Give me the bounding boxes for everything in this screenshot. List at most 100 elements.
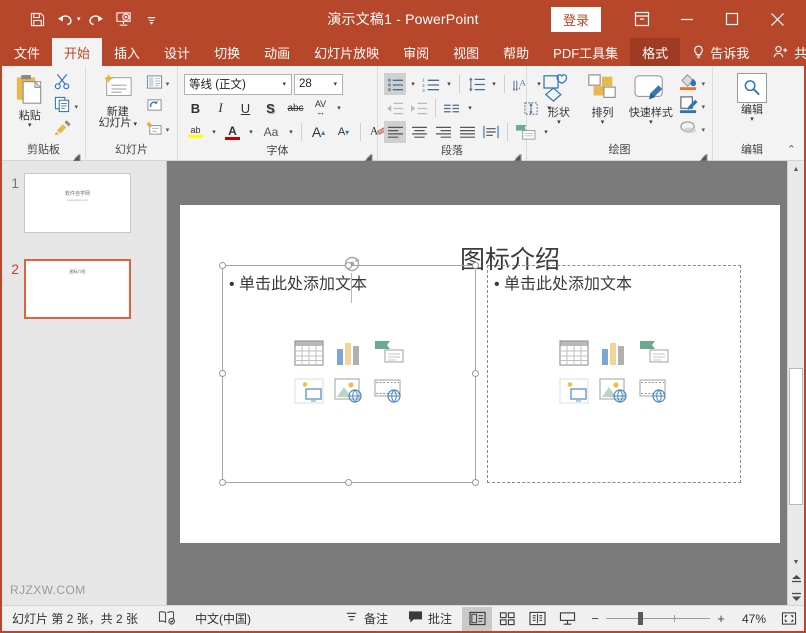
editing-button[interactable]: 编辑 ▾ bbox=[729, 71, 775, 124]
zoom-out-button[interactable]: − bbox=[590, 611, 600, 626]
text-shadow-button[interactable]: S bbox=[259, 97, 282, 119]
font-dialog-launcher-icon[interactable] bbox=[364, 149, 373, 158]
scrollbar-thumb[interactable] bbox=[789, 368, 803, 505]
layout-dropdown-icon[interactable]: ▾ bbox=[166, 80, 170, 88]
fit-slide-to-window-button[interactable] bbox=[774, 607, 804, 631]
comments-button[interactable]: 批注 bbox=[398, 606, 462, 632]
arrange-dropdown-icon[interactable]: ▾ bbox=[601, 119, 605, 127]
new-slide-button[interactable]: 新建 幻灯片 ▾ bbox=[92, 71, 144, 129]
arrange-button[interactable]: 排列 ▾ bbox=[581, 71, 625, 127]
text-highlight-button[interactable]: ab bbox=[184, 121, 207, 143]
change-case-dropdown-icon[interactable]: ▾ bbox=[286, 128, 296, 136]
section-button[interactable]: ▾ bbox=[144, 119, 172, 141]
bold-button[interactable]: B bbox=[184, 97, 207, 119]
insert-picture-icon[interactable] bbox=[334, 378, 364, 409]
align-center-button[interactable] bbox=[408, 121, 430, 143]
insert-3d-model-icon[interactable] bbox=[294, 378, 324, 409]
insert-video-icon[interactable] bbox=[374, 378, 404, 409]
content-placeholder-right[interactable]: • 单击此处添加文本 bbox=[487, 265, 741, 483]
character-spacing-dropdown-icon[interactable]: ▾ bbox=[334, 104, 344, 112]
shape-fill-button[interactable]: ▾ bbox=[677, 73, 707, 95]
thumbnail-entry-1[interactable]: 1 软件自学网 www.rjzxw.com bbox=[2, 167, 166, 233]
copy-dropdown-icon[interactable]: ▾ bbox=[74, 103, 78, 111]
underline-button[interactable]: U bbox=[234, 97, 257, 119]
shape-outline-dropdown-icon[interactable]: ▾ bbox=[701, 103, 705, 111]
scrollbar-track[interactable] bbox=[788, 178, 804, 554]
resize-handle-se[interactable] bbox=[472, 479, 479, 486]
font-family-combo[interactable]: 等线 (正文) ▾ bbox=[184, 74, 292, 95]
insert-table-icon[interactable] bbox=[559, 340, 589, 371]
align-left-button[interactable] bbox=[384, 121, 406, 143]
character-spacing-button[interactable]: AV ↔ bbox=[309, 97, 332, 119]
line-spacing-button[interactable] bbox=[465, 73, 487, 95]
zoom-in-button[interactable]: + bbox=[716, 611, 726, 626]
slide-count-status[interactable]: 幻灯片 第 2 张，共 2 张 bbox=[2, 606, 148, 632]
tab-slideshow[interactable]: 幻灯片放映 bbox=[302, 38, 391, 66]
section-dropdown-icon[interactable]: ▾ bbox=[166, 126, 170, 134]
tab-file[interactable]: 文件 bbox=[2, 38, 52, 66]
distribute-columns-button[interactable] bbox=[480, 121, 502, 143]
redo-icon[interactable] bbox=[83, 6, 109, 32]
font-size-dropdown-icon[interactable]: ▾ bbox=[330, 80, 340, 88]
resize-handle-sw[interactable] bbox=[219, 479, 226, 486]
reading-view-button[interactable] bbox=[522, 607, 552, 631]
shape-outline-button[interactable]: ▾ bbox=[677, 96, 707, 118]
slide-thumbnail-pane[interactable]: 1 软件自学网 www.rjzxw.com 2 图标介绍 RJZXW.COM bbox=[2, 161, 167, 605]
insert-picture-icon[interactable] bbox=[599, 378, 629, 409]
shapes-button[interactable]: 形状 ▾ bbox=[537, 71, 581, 127]
insert-smartart-icon[interactable] bbox=[639, 340, 669, 371]
columns-button[interactable] bbox=[441, 97, 463, 119]
quick-styles-button[interactable]: 快速样式 ▾ bbox=[624, 71, 677, 127]
tab-view[interactable]: 视图 bbox=[441, 38, 491, 66]
resize-handle-e[interactable] bbox=[472, 370, 479, 377]
maximize-icon[interactable] bbox=[709, 0, 754, 38]
resize-handle-ne[interactable] bbox=[472, 262, 479, 269]
scroll-down-arrow-icon[interactable]: ▼ bbox=[788, 554, 804, 571]
content-placeholder-left[interactable]: • 单击此处添加文本 bbox=[222, 265, 476, 483]
normal-view-button[interactable] bbox=[462, 607, 492, 631]
decrease-font-size-button[interactable]: A▾ bbox=[332, 121, 355, 143]
clipboard-dialog-launcher-icon[interactable] bbox=[72, 149, 81, 158]
language-status[interactable]: 中文(中国) bbox=[185, 606, 261, 632]
cut-button[interactable] bbox=[52, 73, 80, 95]
start-slideshow-icon[interactable] bbox=[111, 6, 137, 32]
close-icon[interactable] bbox=[754, 0, 800, 38]
share-button[interactable]: 共享 bbox=[761, 38, 806, 66]
tab-transitions[interactable]: 切换 bbox=[202, 38, 252, 66]
insert-table-icon[interactable] bbox=[294, 340, 324, 371]
paste-dropdown-icon[interactable]: ▾ bbox=[28, 122, 32, 130]
zoom-control[interactable]: − + 47% bbox=[582, 611, 774, 626]
tab-pdf-toolkit[interactable]: PDF工具集 bbox=[541, 38, 630, 66]
paragraph-dialog-launcher-icon[interactable] bbox=[513, 149, 522, 158]
undo-dropdown-icon[interactable]: ▾ bbox=[77, 16, 81, 23]
shape-effects-button[interactable]: ▾ bbox=[677, 119, 707, 141]
slide-canvas[interactable]: 图标介绍 • 单击此处添加文本 bbox=[180, 205, 780, 543]
undo-icon[interactable] bbox=[52, 6, 78, 32]
numbering-button[interactable]: 123 bbox=[420, 73, 442, 95]
thumbnail-entry-2[interactable]: 2 图标介绍 bbox=[2, 253, 166, 319]
justify-button[interactable] bbox=[456, 121, 478, 143]
font-color-button[interactable]: A bbox=[221, 121, 244, 143]
tab-animations[interactable]: 动画 bbox=[252, 38, 302, 66]
tell-me-button[interactable]: 告诉我 bbox=[680, 38, 761, 66]
font-family-dropdown-icon[interactable]: ▾ bbox=[279, 80, 289, 88]
zoom-percentage[interactable]: 47% bbox=[732, 612, 766, 626]
numbering-dropdown-icon[interactable]: ▾ bbox=[444, 80, 454, 88]
drawing-dialog-launcher-icon[interactable] bbox=[699, 149, 708, 158]
previous-slide-button[interactable] bbox=[788, 571, 804, 588]
increase-indent-button[interactable] bbox=[408, 97, 430, 119]
slide-sorter-view-button[interactable] bbox=[492, 607, 522, 631]
notes-button[interactable]: 备注 bbox=[334, 606, 398, 632]
insert-chart-icon[interactable] bbox=[601, 340, 627, 371]
resize-handle-nw[interactable] bbox=[219, 262, 226, 269]
change-case-button[interactable]: Aa bbox=[258, 121, 284, 143]
slide-thumbnail-1[interactable]: 软件自学网 www.rjzxw.com bbox=[24, 173, 131, 233]
font-color-dropdown-icon[interactable]: ▾ bbox=[246, 128, 256, 136]
copy-button[interactable]: ▾ bbox=[52, 96, 80, 118]
next-slide-button[interactable] bbox=[788, 588, 804, 605]
shape-effects-dropdown-icon[interactable]: ▾ bbox=[701, 126, 705, 134]
zoom-slider-track[interactable] bbox=[606, 618, 710, 619]
tab-insert[interactable]: 插入 bbox=[102, 38, 152, 66]
paste-button[interactable]: 粘贴 ▾ bbox=[7, 71, 52, 130]
resize-handle-n[interactable] bbox=[345, 262, 352, 269]
